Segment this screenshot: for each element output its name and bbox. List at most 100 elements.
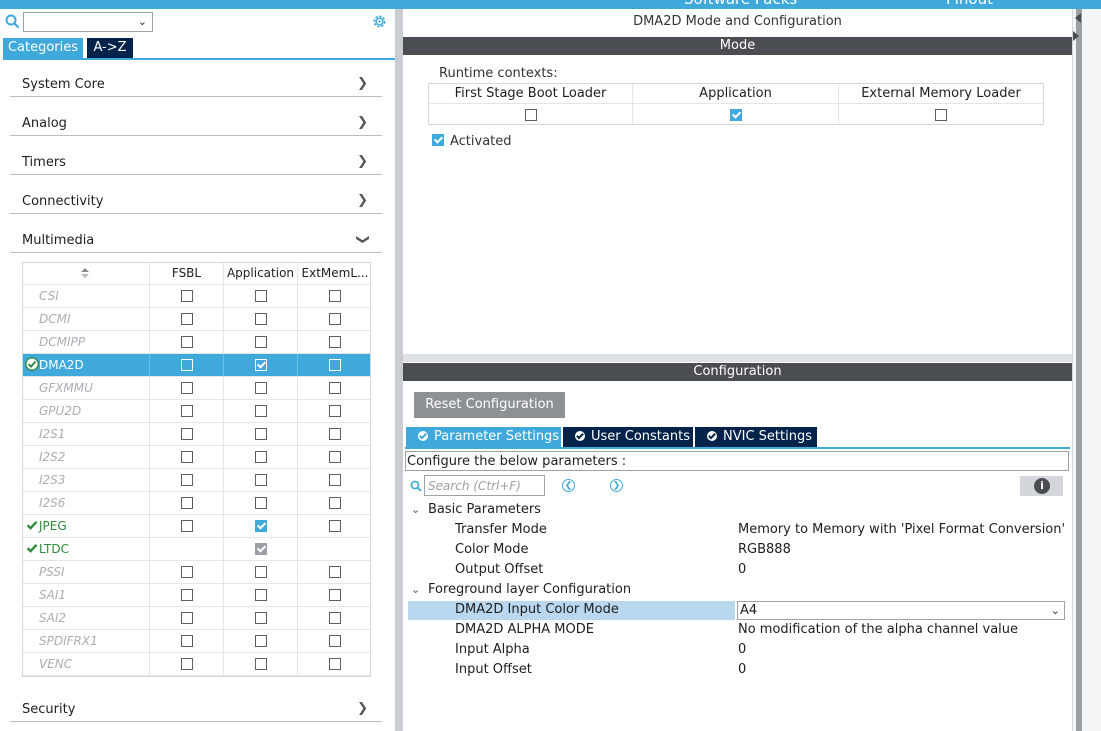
table-row[interactable]: SAI2 (23, 607, 370, 630)
table-row[interactable]: JPEG (23, 515, 370, 538)
table-row[interactable]: SAI1 (23, 584, 370, 607)
next-match-icon[interactable]: ❯ (610, 479, 623, 492)
category-system-core[interactable]: System Core ❯ (10, 69, 382, 97)
app-checkbox[interactable] (254, 497, 267, 509)
runtime-fsbl-checkbox[interactable] (524, 109, 537, 121)
ext-checkbox[interactable] (329, 290, 341, 302)
sort-column-header[interactable] (23, 263, 150, 284)
ext-checkbox[interactable] (329, 612, 341, 624)
software-packs-tab[interactable]: Software Packs (684, 0, 797, 9)
ext-checkbox[interactable] (329, 566, 341, 578)
app-checkbox[interactable] (254, 405, 267, 417)
ext-checkbox[interactable] (329, 474, 341, 486)
group-foreground-layer[interactable]: ⌄ Foreground layer Configuration (405, 580, 1070, 600)
ext-checkbox[interactable] (329, 658, 341, 670)
fsbl-checkbox[interactable] (180, 359, 193, 371)
tab-parameter-settings[interactable]: Parameter Settings (406, 427, 561, 447)
fsbl-checkbox[interactable] (180, 336, 193, 348)
activated-row[interactable]: Activated (432, 134, 512, 149)
scrollbar-track[interactable] (1076, 9, 1082, 731)
ext-checkbox[interactable] (329, 589, 341, 601)
info-button[interactable]: i (1020, 476, 1063, 496)
table-row[interactable]: SPDIFRX1 (23, 630, 370, 653)
fsbl-checkbox[interactable] (180, 428, 193, 440)
ext-checkbox[interactable] (329, 497, 341, 509)
right-scrollbar[interactable] (1072, 9, 1101, 731)
table-row[interactable]: GPU2D (23, 400, 370, 423)
param-input-offset[interactable]: Input Offset 0 (405, 660, 1070, 680)
search-combo[interactable]: ⌄ (23, 12, 153, 32)
fsbl-checkbox[interactable] (180, 405, 193, 417)
table-row[interactable]: I2S3 (23, 469, 370, 492)
collapse-arrow-icon[interactable] (1073, 13, 1081, 23)
ext-checkbox[interactable] (329, 359, 341, 371)
param-input-alpha[interactable]: Input Alpha 0 (405, 640, 1070, 660)
app-checkbox[interactable] (254, 290, 267, 302)
fsbl-checkbox[interactable] (180, 382, 193, 394)
table-row[interactable]: I2S6 (23, 492, 370, 515)
app-checkbox[interactable] (254, 635, 267, 647)
app-checkbox[interactable] (254, 612, 267, 624)
table-row[interactable]: DCMI (23, 308, 370, 331)
fsbl-checkbox[interactable] (180, 313, 193, 325)
fsbl-checkbox[interactable] (180, 589, 193, 601)
table-row[interactable]: VENC (23, 653, 370, 676)
table-row[interactable]: CSI (23, 285, 370, 308)
ext-checkbox[interactable] (329, 451, 341, 463)
fsbl-checkbox[interactable] (180, 612, 193, 624)
tab-nvic-settings[interactable]: NVIC Settings (695, 427, 817, 447)
fsbl-checkbox[interactable] (180, 290, 193, 302)
fsbl-checkbox[interactable] (180, 451, 193, 463)
table-row[interactable]: PSSI (23, 561, 370, 584)
ext-checkbox[interactable] (329, 405, 341, 417)
app-checkbox[interactable] (254, 313, 267, 325)
app-checkbox[interactable] (254, 520, 267, 532)
app-checkbox[interactable] (254, 658, 267, 670)
expand-arrow-icon[interactable] (1073, 31, 1081, 41)
param-color-mode[interactable]: Color Mode RGB888 (405, 540, 1070, 560)
table-row[interactable]: DCMIPP (23, 331, 370, 354)
table-row[interactable]: LTDC (23, 538, 370, 561)
param-transfer-mode[interactable]: Transfer Mode Memory to Memory with 'Pix… (405, 520, 1070, 540)
panel-splitter[interactable] (395, 9, 403, 731)
pinout-tab[interactable]: Pinout (946, 0, 993, 9)
app-checkbox[interactable] (254, 589, 267, 601)
parameter-search-input[interactable]: Search (Ctrl+F) (424, 475, 545, 496)
fsbl-checkbox[interactable] (180, 658, 193, 670)
app-checkbox[interactable] (254, 359, 267, 371)
category-security[interactable]: Security ❯ (10, 694, 382, 722)
ext-checkbox[interactable] (329, 520, 341, 532)
ext-checkbox[interactable] (329, 313, 341, 325)
ext-checkbox[interactable] (329, 428, 341, 440)
runtime-application-checkbox[interactable] (729, 109, 742, 121)
search-icon[interactable] (5, 14, 20, 29)
category-analog[interactable]: Analog ❯ (10, 108, 382, 136)
table-row[interactable]: I2S1 (23, 423, 370, 446)
ext-checkbox[interactable] (329, 382, 341, 394)
ext-checkbox[interactable] (329, 336, 341, 348)
reset-configuration-button[interactable]: Reset Configuration (414, 392, 565, 418)
gear-icon[interactable] (371, 13, 388, 30)
param-alpha-mode[interactable]: DMA2D ALPHA MODE No modification of the … (405, 620, 1070, 640)
tab-categories[interactable]: Categories (3, 38, 83, 58)
fsbl-checkbox[interactable] (180, 635, 193, 647)
ext-checkbox[interactable] (329, 635, 341, 647)
fsbl-checkbox[interactable] (180, 566, 193, 578)
group-basic-parameters[interactable]: ⌄ Basic Parameters (405, 500, 1070, 520)
fsbl-checkbox[interactable] (180, 520, 193, 532)
activated-checkbox[interactable] (432, 134, 444, 146)
category-multimedia[interactable]: Multimedia ❯ (10, 225, 382, 253)
app-checkbox[interactable] (254, 382, 267, 394)
category-connectivity[interactable]: Connectivity ❯ (10, 186, 382, 214)
category-timers[interactable]: Timers ❯ (10, 147, 382, 175)
app-checkbox[interactable] (254, 336, 267, 348)
fsbl-checkbox[interactable] (180, 474, 193, 486)
app-checkbox[interactable] (254, 566, 267, 578)
section-splitter[interactable] (403, 354, 1072, 362)
previous-match-icon[interactable]: ❮ (562, 479, 575, 492)
tab-user-constants[interactable]: User Constants (563, 427, 693, 447)
tab-a-z[interactable]: A->Z (87, 38, 133, 58)
app-checkbox[interactable] (254, 428, 267, 440)
table-row[interactable]: GFXMMU (23, 377, 370, 400)
app-checkbox[interactable] (254, 474, 267, 486)
